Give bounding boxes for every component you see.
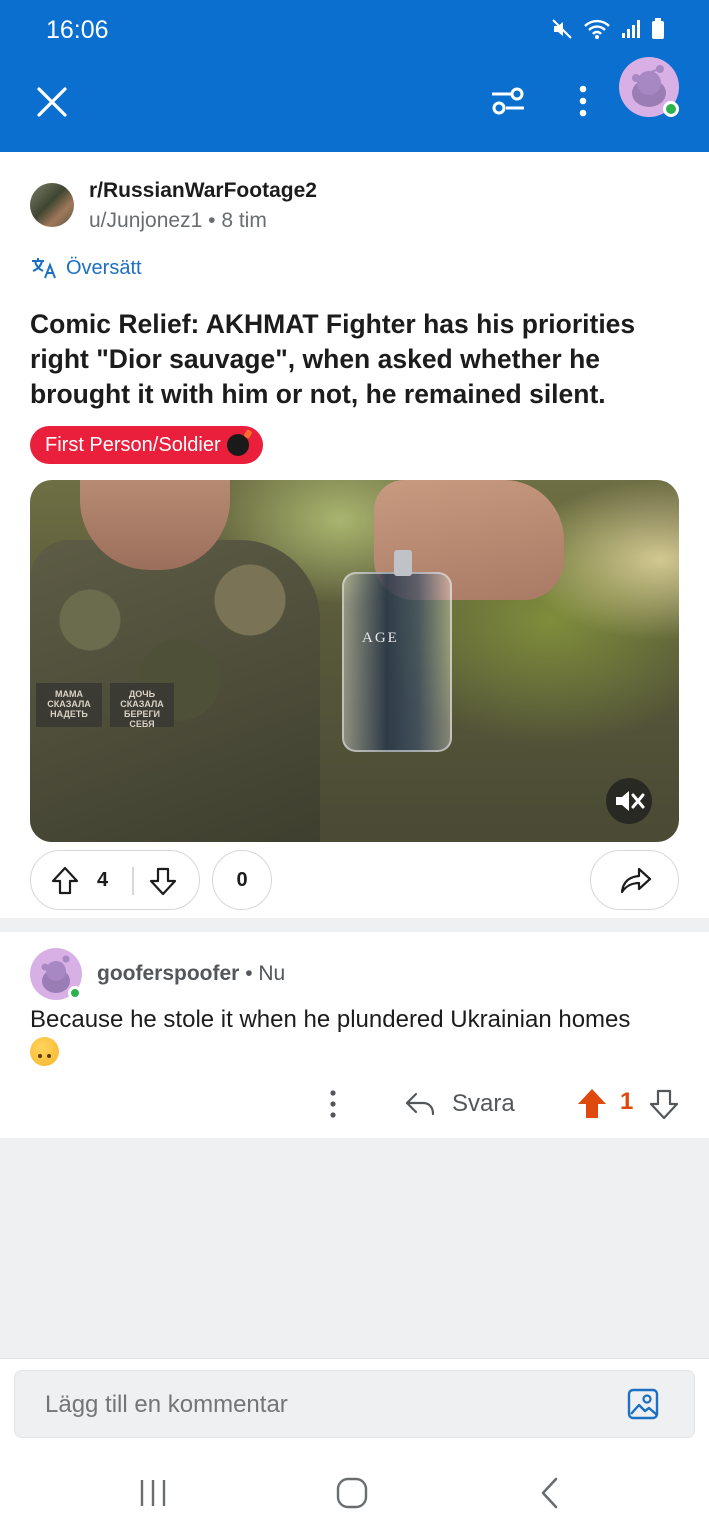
post-flair[interactable]: First Person/Soldier bbox=[30, 426, 263, 464]
translate-icon bbox=[32, 258, 56, 279]
downvote-icon[interactable] bbox=[147, 865, 179, 897]
vote-pill: 4 bbox=[30, 850, 200, 910]
app-bar: 16:06 bbox=[0, 0, 709, 152]
vote-count: 4 bbox=[97, 869, 109, 891]
comment-score: 1 bbox=[620, 1088, 634, 1115]
online-indicator bbox=[68, 986, 82, 1000]
video-patch-left: МАМА СКАЗАЛА НАДЕТЬ bbox=[36, 683, 102, 727]
comment-composer bbox=[0, 1358, 709, 1448]
post-title: Comic Relief: AKHMAT Fighter has his pri… bbox=[30, 309, 636, 409]
recent-apps-icon[interactable] bbox=[133, 1474, 173, 1514]
close-icon[interactable] bbox=[30, 80, 74, 124]
back-icon[interactable] bbox=[530, 1474, 570, 1514]
downvote-icon[interactable] bbox=[646, 1086, 682, 1122]
home-icon[interactable] bbox=[332, 1474, 372, 1514]
system-nav-bar bbox=[0, 1448, 709, 1536]
comment-text: Because he stole it when he plundered Uk… bbox=[30, 1006, 631, 1033]
bomb-icon bbox=[226, 434, 249, 456]
comment-avatar[interactable] bbox=[30, 948, 82, 1000]
video-player[interactable]: МАМА СКАЗАЛА НАДЕТЬ ДОЧЬ СКАЗАЛА БЕРЕГИ … bbox=[30, 480, 679, 842]
add-image-icon[interactable] bbox=[626, 1387, 660, 1421]
sort-filter-icon[interactable] bbox=[486, 80, 530, 124]
meta-separator: • bbox=[245, 962, 253, 985]
comment-count-button[interactable]: 0 bbox=[212, 850, 272, 910]
user-avatar[interactable] bbox=[619, 57, 679, 117]
post-author[interactable]: u/Junjonez1 bbox=[89, 209, 202, 232]
online-indicator bbox=[663, 101, 679, 117]
comment-age: Nu bbox=[258, 962, 286, 985]
reply-button[interactable]: Svara bbox=[404, 1086, 515, 1122]
comment-input-box[interactable] bbox=[14, 1370, 695, 1438]
comment-input[interactable] bbox=[45, 1391, 605, 1419]
more-vertical-icon[interactable] bbox=[566, 80, 600, 124]
wifi-icon bbox=[584, 19, 610, 39]
video-bottle-text: AGE bbox=[362, 630, 399, 646]
subreddit-name[interactable]: r/RussianWarFootage2 bbox=[89, 179, 317, 203]
translate-button[interactable]: Översätt bbox=[30, 256, 142, 280]
share-button[interactable] bbox=[590, 850, 679, 910]
battery-icon bbox=[652, 18, 664, 39]
comment: gooferspoofer • Nu Because he stole it w… bbox=[0, 932, 709, 1138]
post-age: 8 tim bbox=[221, 209, 267, 232]
video-patch-right: ДОЧЬ СКАЗАЛА БЕРЕГИ СЕБЯ bbox=[110, 683, 174, 729]
upvote-icon[interactable] bbox=[49, 865, 81, 897]
comment-author[interactable]: gooferspoofer bbox=[97, 962, 239, 985]
flair-label: First Person/Soldier bbox=[45, 434, 221, 456]
post-actions: 4 0 bbox=[30, 850, 679, 912]
reply-label: Svara bbox=[452, 1090, 515, 1117]
more-vertical-icon[interactable] bbox=[320, 1086, 346, 1122]
mute-button[interactable] bbox=[606, 778, 652, 824]
status-time: 16:06 bbox=[46, 16, 109, 44]
comment-meta: gooferspoofer • Nu bbox=[97, 962, 285, 986]
speaker-muted-icon bbox=[616, 791, 645, 811]
comment-body: Because he stole it when he plundered Uk… bbox=[30, 1004, 680, 1067]
vote-divider bbox=[132, 867, 134, 895]
section-divider bbox=[0, 918, 709, 932]
meta-separator: • bbox=[208, 209, 216, 232]
video-bottle-cap bbox=[394, 550, 412, 576]
empty-area bbox=[0, 1138, 709, 1360]
subreddit-avatar[interactable] bbox=[30, 183, 74, 227]
signal-icon bbox=[622, 20, 640, 38]
video-bottle bbox=[342, 572, 452, 752]
comment-actions: Svara 1 bbox=[0, 1082, 709, 1126]
mute-icon bbox=[552, 19, 572, 39]
post-meta: u/Junjonez1 • 8 tim bbox=[89, 209, 267, 233]
reply-icon bbox=[405, 1092, 435, 1116]
status-icons bbox=[551, 18, 665, 40]
translate-label: Översätt bbox=[66, 256, 142, 279]
upside-down-face-emoji-icon bbox=[30, 1037, 59, 1067]
share-icon bbox=[620, 867, 652, 894]
upvote-filled-icon[interactable] bbox=[574, 1086, 610, 1122]
